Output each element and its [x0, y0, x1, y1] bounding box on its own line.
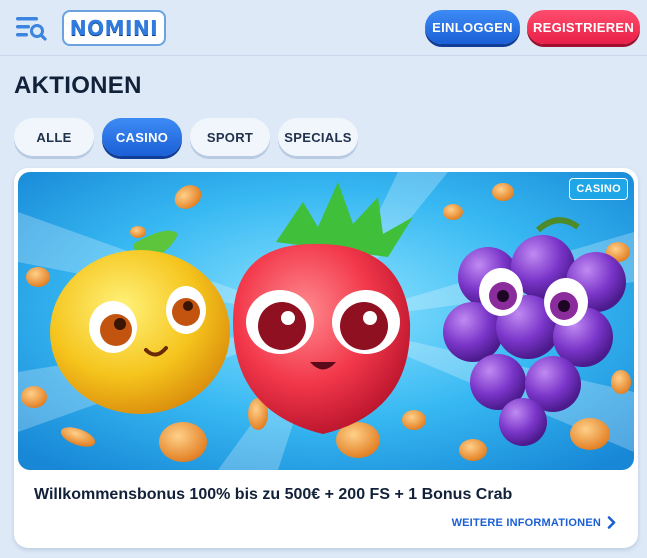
tab-alle[interactable]: ALLE: [14, 118, 94, 156]
register-button[interactable]: REGISTRIEREN: [527, 10, 640, 44]
login-button[interactable]: EINLOGGEN: [425, 10, 520, 44]
site-logo[interactable]: NOMINI: [62, 10, 166, 46]
tab-sport[interactable]: SPORT: [190, 118, 270, 156]
site-header: NOMINI EINLOGGEN REGISTRIEREN: [0, 0, 647, 56]
menu-search-icon[interactable]: [14, 14, 48, 42]
tab-specials[interactable]: SPECIALS: [278, 118, 358, 156]
more-info-label: WEITERE INFORMATIONEN: [451, 516, 601, 529]
promo-banner-image[interactable]: CASINO: [18, 172, 634, 470]
more-info-link[interactable]: WEITERE INFORMATIONEN: [452, 516, 616, 529]
page-title: AKTIONEN: [14, 72, 142, 99]
category-badge: CASINO: [569, 178, 628, 200]
chevron-right-icon: [607, 516, 616, 529]
logo-text: NOMINI: [69, 16, 159, 40]
promo-card[interactable]: CASINO Willkommensbonus 100% bis zu 500€…: [14, 168, 638, 548]
promo-title: Willkommensbonus 100% bis zu 500€ + 200 …: [34, 486, 513, 503]
tab-casino[interactable]: CASINO: [102, 118, 182, 156]
